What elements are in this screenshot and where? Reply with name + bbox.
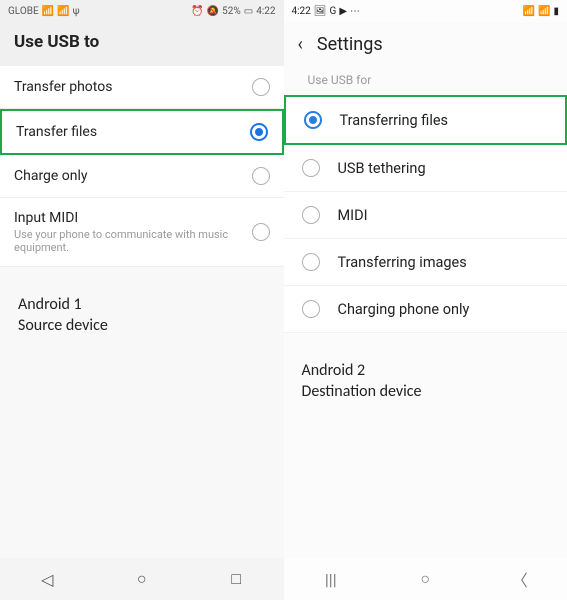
option-label: MIDI	[338, 207, 368, 224]
signal-icon: 📶	[538, 6, 550, 17]
option-sublabel: Use your phone to communicate with music…	[14, 228, 252, 254]
radio-icon	[252, 223, 270, 241]
settings-header: ‹ Settings	[284, 22, 567, 73]
nav-recent-icon[interactable]: □	[226, 569, 246, 589]
battery-pct: 52%	[222, 6, 241, 17]
caption-line1: Android 2	[302, 361, 550, 382]
usb-subhead: Use USB for	[284, 73, 567, 95]
option-transfer-photos[interactable]: Transfer photos	[0, 66, 284, 109]
dnd-icon: 🔕	[207, 6, 219, 17]
option-charging-only[interactable]: Charging phone only	[284, 286, 567, 333]
option-midi[interactable]: MIDI	[284, 192, 567, 239]
caption-left: Android 1 Source device	[0, 267, 284, 337]
nav-back-icon[interactable]: 〈	[510, 567, 530, 591]
alarm-icon: ⏰	[191, 6, 203, 17]
usb-options-list-left: Transfer photos Transfer files Charge on…	[0, 66, 284, 267]
option-input-midi[interactable]: Input MIDI Use your phone to communicate…	[0, 198, 284, 267]
option-usb-tethering[interactable]: USB tethering	[284, 145, 567, 192]
phone-android-2: 4:22 🖼 G ▶ ⋯ 📶 📶 ▮ ‹ Settings Use USB fo…	[284, 0, 567, 600]
wifi-icon: 📶	[57, 6, 69, 17]
radio-icon	[302, 253, 320, 271]
clock-time: 4:22	[256, 6, 275, 17]
nav-home-icon[interactable]: ○	[415, 569, 435, 589]
signal-icon: 📶	[42, 6, 54, 17]
battery-icon: ▭	[244, 6, 253, 17]
option-label: Transfer photos	[14, 79, 112, 95]
radio-icon	[302, 300, 320, 318]
signal-icon: 📶	[523, 6, 535, 17]
option-charge-only[interactable]: Charge only	[0, 155, 284, 198]
nav-home-icon[interactable]: ○	[132, 569, 152, 589]
usb-icon: ψ	[73, 6, 80, 17]
option-label: Input MIDI	[14, 210, 252, 226]
option-label: Transferring images	[338, 254, 467, 271]
g-icon: G	[330, 6, 337, 17]
youtube-icon: ▶	[339, 6, 347, 17]
radio-icon	[252, 78, 270, 96]
img-icon: 🖼	[314, 6, 327, 17]
back-icon[interactable]: ‹	[298, 34, 303, 55]
phone-android-1: GLOBE 📶 📶 ψ ⏰ 🔕 52% ▭ 4:22 Use USB to Tr…	[0, 0, 284, 600]
radio-icon	[252, 167, 270, 185]
option-label: Charge only	[14, 168, 88, 184]
statusbar-right: 4:22 🖼 G ▶ ⋯ 📶 📶 ▮	[284, 0, 567, 22]
more-icon: ⋯	[350, 6, 360, 17]
option-label: Charging phone only	[338, 301, 470, 318]
radio-icon-selected	[250, 123, 268, 141]
caption-right: Android 2 Destination device	[284, 333, 567, 403]
caption-line2: Source device	[18, 316, 266, 337]
option-label: USB tethering	[338, 160, 426, 177]
page-title: Use USB to	[0, 22, 284, 66]
navbar-right: ||| ○ 〈	[284, 558, 567, 600]
clock-time: 4:22	[292, 6, 311, 17]
radio-icon	[302, 159, 320, 177]
option-label: Transferring files	[340, 112, 449, 129]
caption-line2: Destination device	[302, 382, 550, 403]
caption-line1: Android 1	[18, 295, 266, 316]
battery-icon: ▮	[553, 6, 559, 17]
nav-back-icon[interactable]: ◁	[37, 570, 57, 589]
navbar-left: ◁ ○ □	[0, 558, 284, 600]
option-transfer-files[interactable]: Transfer files	[0, 109, 284, 155]
statusbar-left: GLOBE 📶 📶 ψ ⏰ 🔕 52% ▭ 4:22	[0, 0, 284, 22]
settings-title: Settings	[317, 34, 383, 55]
usb-options-list-right: Transferring files USB tethering MIDI Tr…	[284, 95, 567, 333]
option-transferring-images[interactable]: Transferring images	[284, 239, 567, 286]
option-transferring-files[interactable]: Transferring files	[284, 95, 567, 145]
nav-recent-icon[interactable]: |||	[321, 570, 341, 589]
option-label: Transfer files	[16, 124, 97, 140]
radio-icon	[302, 206, 320, 224]
carrier-label: GLOBE	[8, 6, 39, 17]
radio-icon-selected	[304, 111, 322, 129]
